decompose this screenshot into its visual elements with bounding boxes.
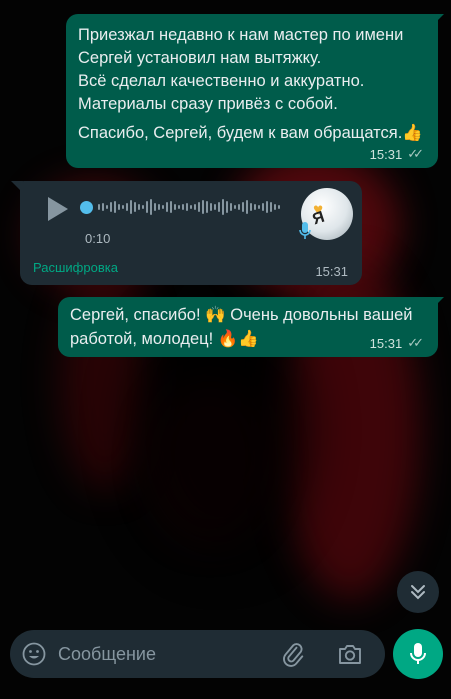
- waveform-bar: [190, 205, 192, 209]
- playback-position-dot[interactable]: [80, 200, 93, 214]
- microphone-icon: [299, 222, 311, 239]
- waveform-bar: [102, 203, 104, 211]
- outgoing-message[interactable]: Приезжал недавно к нам мастер по имени С…: [66, 14, 438, 168]
- avatar-logo: Я: [310, 208, 327, 229]
- message-time: 15:31: [369, 335, 403, 351]
- waveform-bar: [254, 204, 256, 210]
- message-meta: 15:31 ✓✓: [370, 335, 424, 351]
- message-text: Приезжал недавно к нам мастер по имени С…: [78, 26, 423, 142]
- waveform-bar: [138, 204, 140, 210]
- voice-waveform[interactable]: [80, 195, 310, 219]
- waveform-bar: [174, 204, 176, 210]
- double-chevron-down-icon: [411, 585, 425, 600]
- waveform-bar: [210, 203, 212, 211]
- waveform-bar: [150, 199, 152, 215]
- waveform-bar: [114, 201, 116, 213]
- waveform-bar: [234, 205, 236, 209]
- scroll-down-button[interactable]: [397, 571, 439, 613]
- waveform-bar: [166, 202, 168, 212]
- waveform-bar: [246, 200, 248, 214]
- waveform-bar: [106, 205, 108, 209]
- voice-duration: 0:10: [85, 231, 111, 246]
- camera-icon[interactable]: [337, 642, 363, 666]
- outgoing-message[interactable]: Сергей, спасибо! 🙌 Очень довольны вашей …: [58, 297, 438, 357]
- play-icon[interactable]: [43, 195, 71, 223]
- read-ticks-icon: ✓✓: [407, 335, 424, 350]
- voice-record-button[interactable]: [393, 629, 443, 679]
- waveform-bar: [98, 204, 100, 210]
- waveform-bar: [178, 205, 180, 209]
- waveform-bar: [274, 204, 276, 210]
- waveform-bar: [214, 204, 216, 210]
- waveform-bar: [202, 200, 204, 214]
- waveform-bar: [242, 202, 244, 212]
- waveform-bar: [146, 201, 148, 213]
- waveform-bar: [278, 205, 280, 209]
- waveform-bar: [130, 200, 132, 214]
- waveform-bar: [262, 203, 264, 211]
- message-input[interactable]: [58, 642, 258, 666]
- waveform-bar: [218, 202, 220, 212]
- message-time: 15:31: [369, 146, 403, 162]
- waveform-bar: [158, 204, 160, 210]
- incoming-voice-message: 0:10 ♥ Я Расшифровка 15:31: [20, 181, 362, 285]
- waveform-bar: [182, 204, 184, 210]
- waveform-bar: [250, 203, 252, 211]
- waveform-bar: [134, 202, 136, 212]
- waveform-bar: [186, 203, 188, 211]
- waveform-bar: [222, 199, 224, 215]
- waveform-bar: [118, 204, 120, 210]
- waveform-bar: [206, 201, 208, 213]
- waveform-bar: [122, 205, 124, 209]
- waveform-bar: [154, 203, 156, 211]
- waveform-bar: [194, 204, 196, 210]
- waveform-bar: [258, 205, 260, 209]
- waveform-bar: [270, 202, 272, 212]
- waveform-bar: [226, 201, 228, 213]
- waveform-bar: [162, 205, 164, 209]
- microphone-icon: [410, 643, 426, 664]
- message-composer: [10, 630, 385, 678]
- paperclip-icon[interactable]: [280, 641, 306, 667]
- message-meta: 15:31: [315, 264, 348, 279]
- waveform-bar: [170, 201, 172, 213]
- waveform-bar: [110, 202, 112, 212]
- waveform-bar: [126, 203, 128, 211]
- read-ticks-icon: ✓✓: [407, 146, 424, 161]
- emoji-icon[interactable]: [22, 642, 46, 666]
- message-time: 15:31: [315, 264, 348, 279]
- waveform-bar: [266, 201, 268, 213]
- transcribe-button[interactable]: Расшифровка: [33, 260, 118, 275]
- waveform-bar: [198, 202, 200, 212]
- waveform-bar: [142, 205, 144, 209]
- message-meta: 15:31 ✓✓: [370, 146, 424, 162]
- waveform-bar: [230, 203, 232, 211]
- waveform-bar: [238, 204, 240, 210]
